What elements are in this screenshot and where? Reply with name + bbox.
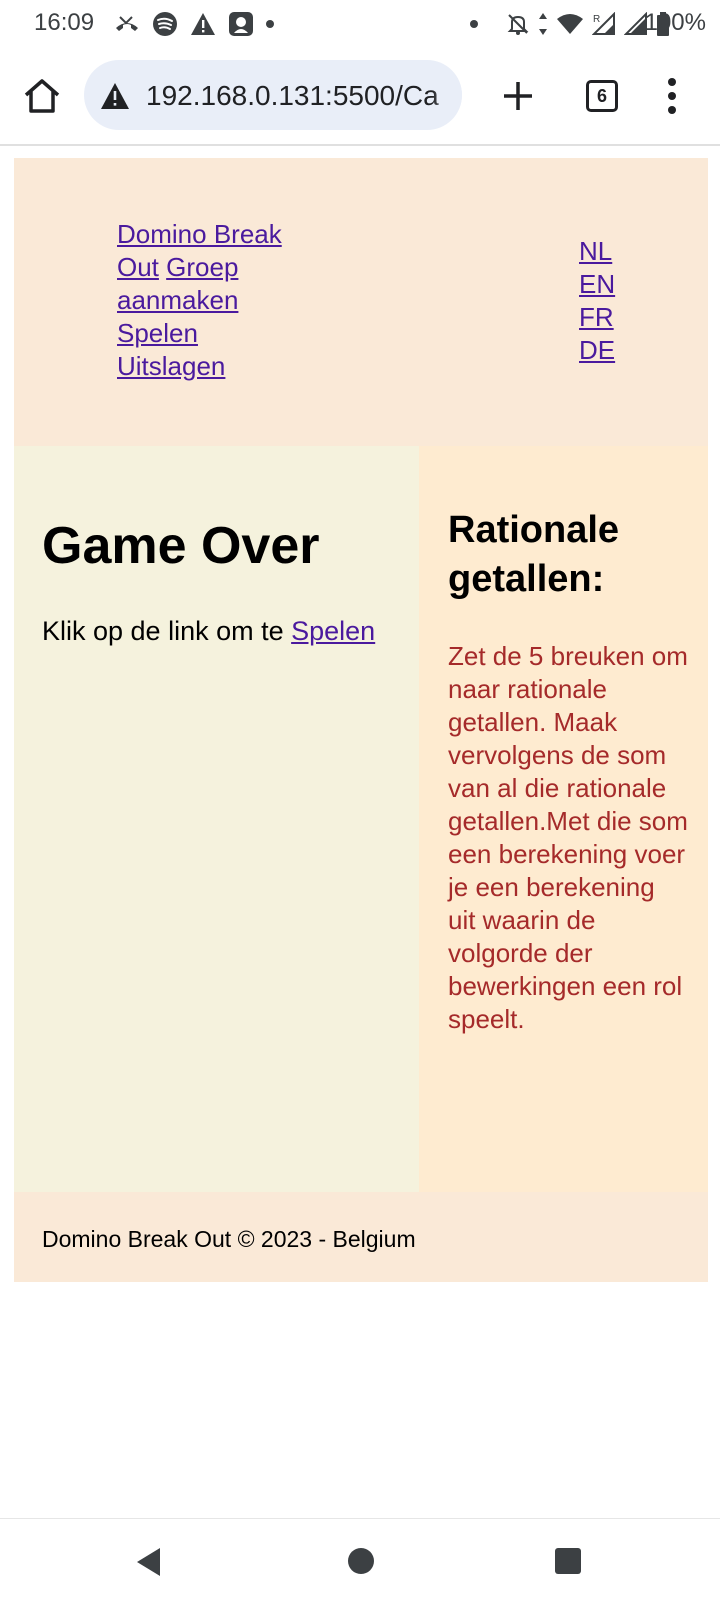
battery-percentage: 100% — [644, 9, 706, 36]
warning-icon[interactable] — [100, 82, 130, 110]
missed-call-icon — [116, 16, 138, 31]
language-nav: NL EN FR DE — [579, 235, 615, 367]
signal-roaming-icon: R — [592, 12, 615, 35]
mute-icon — [507, 14, 529, 35]
page-title: Game Over — [42, 517, 320, 575]
home-button-icon[interactable] — [348, 1548, 374, 1574]
game-over-text: Klik op de link om te — [42, 616, 292, 646]
aside-title: Rationale getallen: — [448, 509, 620, 600]
status-bar: 16:09 R 100% — [0, 0, 720, 48]
dot-icon — [266, 20, 274, 28]
web-page: Domino Break Out Groep aanmaken Spelen U… — [14, 158, 708, 1282]
nav-link-results[interactable]: Uitslagen — [117, 351, 225, 381]
main-content: Game Over Klik op de link om te Spelen — [14, 446, 419, 1192]
main-nav: Domino Break Out Groep aanmaken Spelen U… — [117, 218, 307, 383]
data-arrows-icon — [539, 13, 547, 35]
menu-icon[interactable] — [666, 76, 678, 116]
site-footer: Domino Break Out © 2023 - Belgium — [14, 1192, 708, 1282]
info-aside: Rationale getallen: Zet de 5 breuken om … — [419, 446, 708, 1192]
site-header: Domino Break Out Groep aanmaken Spelen U… — [14, 158, 708, 446]
dot-icon — [470, 20, 478, 28]
plus-icon[interactable] — [498, 76, 538, 116]
footer-text: Domino Break Out © 2023 - Belgium — [42, 1226, 416, 1252]
status-time: 16:09 — [34, 9, 95, 36]
lang-link-en[interactable]: EN — [579, 268, 615, 301]
address-bar[interactable]: 192.168.0.131:5500/Ca — [84, 60, 462, 130]
app-icon — [229, 12, 253, 36]
back-icon[interactable] — [136, 1547, 162, 1577]
tabs-icon[interactable]: 6 — [586, 80, 618, 112]
aside-text: Zet de 5 breuken om naar rationale getal… — [448, 641, 688, 1034]
lang-link-de[interactable]: DE — [579, 334, 615, 367]
system-nav-bar — [0, 1518, 720, 1600]
game-over-message: Klik op de link om te Spelen — [42, 616, 419, 647]
svg-text:R: R — [593, 14, 600, 25]
lang-link-nl[interactable]: NL — [579, 235, 615, 268]
spotify-icon — [153, 12, 177, 36]
wifi-icon — [557, 14, 583, 34]
home-icon[interactable] — [22, 76, 62, 116]
browser-toolbar: 192.168.0.131:5500/Ca 6 — [0, 48, 720, 146]
status-system-icons: R — [470, 10, 670, 38]
url-text[interactable]: 192.168.0.131:5500/Ca — [146, 80, 439, 112]
url-fade — [432, 60, 462, 130]
status-notification-icons — [114, 10, 274, 38]
nav-link-play[interactable]: Spelen — [117, 318, 198, 348]
recent-apps-icon[interactable] — [555, 1548, 581, 1574]
warning-icon — [191, 13, 215, 35]
content-row: Game Over Klik op de link om te Spelen R… — [14, 446, 708, 1192]
lang-link-fr[interactable]: FR — [579, 301, 615, 334]
play-link[interactable]: Spelen — [291, 616, 375, 646]
